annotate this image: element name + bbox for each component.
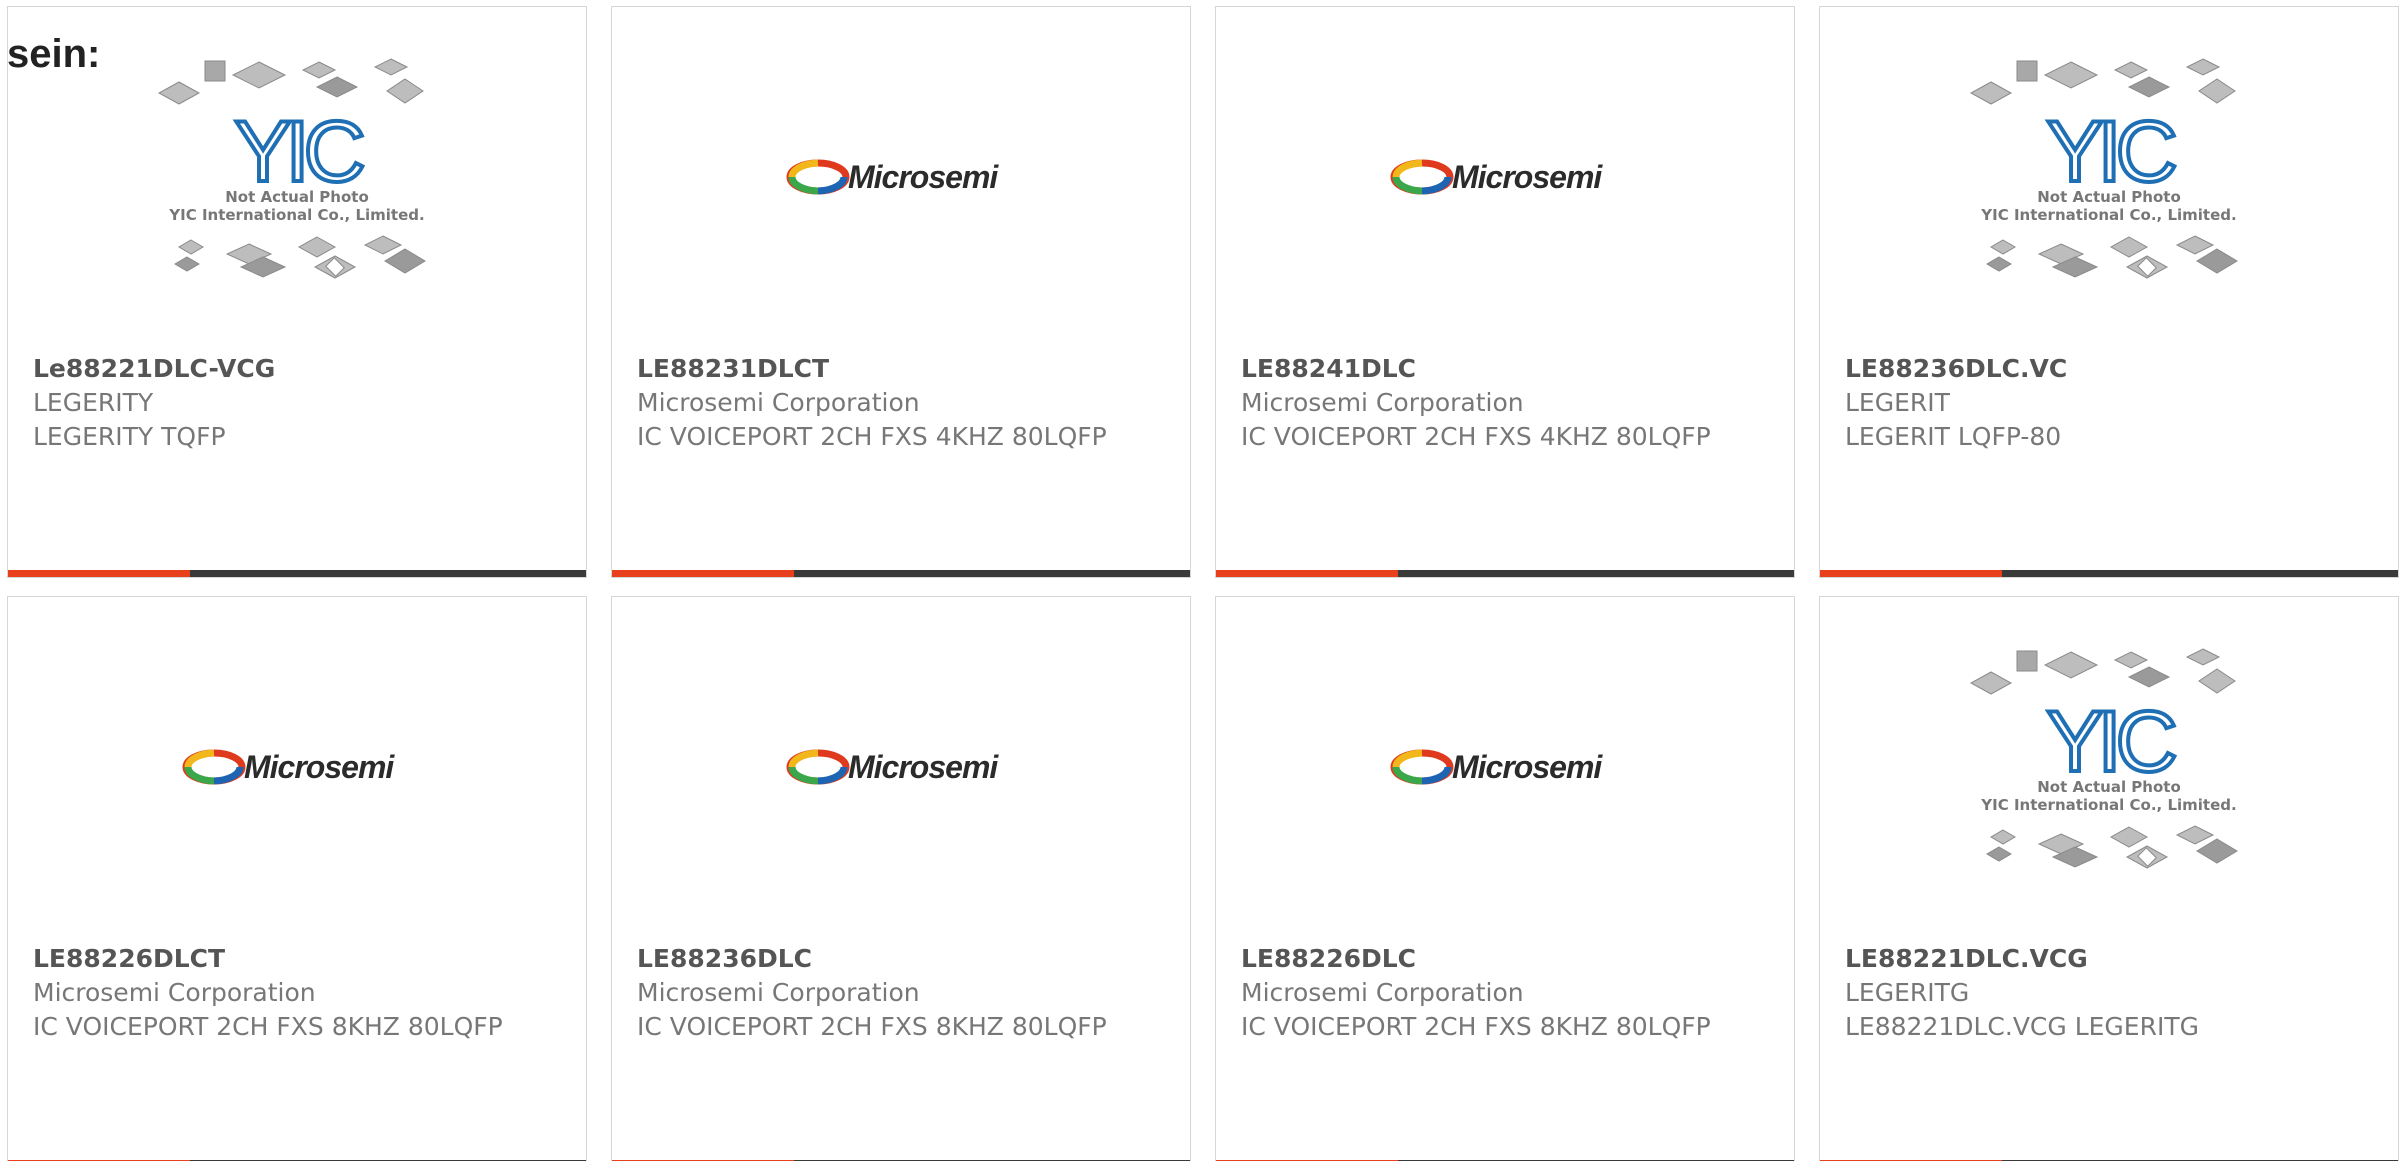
manufacturer-label: Microsemi Corporation: [33, 978, 316, 1007]
product-card-8[interactable]: YIC Not Actual Photo YIC International Co.…: [1819, 596, 2399, 1161]
product-info: LE88226DLCT Microsemi Corporation IC VOI…: [33, 942, 566, 1044]
chip-cluster-icon: [1986, 235, 2238, 279]
microsemi-logo-icon: Microsemi: [786, 159, 1000, 195]
svg-text:Microsemi: Microsemi: [848, 749, 999, 785]
manufacturer-label: LEGERIT: [1845, 388, 1950, 417]
svg-text:Microsemi: Microsemi: [1452, 159, 1603, 195]
card-bottom-bar: [1820, 570, 2398, 577]
chip-cluster-icon: [1969, 648, 2236, 695]
product-description: IC VOICEPORT 2CH FXS 8KHZ 80LQFP: [1241, 1012, 1711, 1041]
product-grid-page: sein: YIC Not Actual Photo YIC Internation…: [0, 0, 2400, 1161]
svg-text:Microsemi: Microsemi: [244, 749, 395, 785]
product-info: LE88241DLC Microsemi Corporation IC VOIC…: [1241, 352, 1774, 454]
manufacturer-label: Microsemi Corporation: [1241, 388, 1524, 417]
product-image[interactable]: Microsemi: [612, 597, 1190, 937]
product-description: IC VOICEPORT 2CH FXS 4KHZ 80LQFP: [1241, 422, 1711, 451]
svg-text:Microsemi: Microsemi: [848, 159, 999, 195]
product-card-5[interactable]: Microsemi LE88226DLCT Microsemi Corporat…: [7, 596, 587, 1161]
product-description: IC VOICEPORT 2CH FXS 4KHZ 80LQFP: [637, 422, 1107, 451]
chip-cluster-icon: [157, 58, 424, 105]
yic-logo-mark: YIC: [2046, 104, 2174, 200]
card-bar-accent: [1820, 570, 2002, 577]
part-number-link[interactable]: LE88241DLC: [1241, 352, 1774, 386]
manufacturer-label: Microsemi Corporation: [637, 388, 920, 417]
product-card-6[interactable]: Microsemi LE88236DLC Microsemi Corporati…: [611, 596, 1191, 1161]
card-bottom-bar: [8, 570, 586, 577]
product-info: LE88226DLC Microsemi Corporation IC VOIC…: [1241, 942, 1774, 1044]
product-image[interactable]: YIC Not Actual Photo YIC International Co.…: [1820, 7, 2398, 347]
product-info: LE88221DLC.VCG LEGERITG LE88221DLC.VCG L…: [1845, 942, 2378, 1044]
microsemi-logo-icon: Microsemi: [786, 749, 1000, 785]
chip-cluster-icon: [1969, 58, 2236, 105]
svg-text:Microsemi: Microsemi: [1452, 749, 1603, 785]
svg-text:Not Actual Photo: Not Actual Photo: [225, 188, 369, 206]
manufacturer-label: Microsemi Corporation: [1241, 978, 1524, 1007]
product-image[interactable]: Microsemi: [1216, 597, 1794, 937]
product-card-1[interactable]: YIC Not Actual Photo YIC International Co.…: [7, 6, 587, 578]
yic-logo-mark: YIC: [234, 104, 362, 200]
part-number-link[interactable]: LE88226DLC: [1241, 942, 1774, 976]
chip-cluster-icon: [1986, 825, 2238, 869]
manufacturer-label: Microsemi Corporation: [637, 978, 920, 1007]
part-number-link[interactable]: LE88221DLC.VCG: [1845, 942, 2378, 976]
product-card-2[interactable]: Microsemi LE88231DLCT Microsemi Corporat…: [611, 6, 1191, 578]
page-heading: sein:: [7, 32, 101, 76]
part-number-link[interactable]: LE88236DLC: [637, 942, 1170, 976]
yic-placeholder-image: YICNot Actual PhotoYIC International Co.…: [1969, 648, 2238, 869]
svg-text:YIC International Co., Limited: YIC International Co., Limited.: [1980, 206, 2236, 224]
microsemi-logo-icon: Microsemi: [1390, 159, 1604, 195]
product-info: LE88231DLCT Microsemi Corporation IC VOI…: [637, 352, 1170, 454]
yic-placeholder-image: YICNot Actual PhotoYIC International Co.…: [157, 58, 426, 279]
part-number-link[interactable]: Le88221DLC-VCG: [33, 352, 566, 386]
product-image[interactable]: Microsemi: [612, 7, 1190, 347]
product-info: LE88236DLC.VC LEGERIT LEGERIT LQFP-80: [1845, 352, 2378, 454]
yic-logo-mark: YIC: [2046, 694, 2174, 790]
manufacturer-label: LEGERITG: [1845, 978, 1970, 1007]
product-card-7[interactable]: Microsemi LE88226DLC Microsemi Corporati…: [1215, 596, 1795, 1161]
manufacturer-label: LEGERITY: [33, 388, 154, 417]
microsemi-logo-icon: Microsemi: [1390, 749, 1604, 785]
product-info: LE88236DLC Microsemi Corporation IC VOIC…: [637, 942, 1170, 1044]
svg-text:Not Actual Photo: Not Actual Photo: [2037, 778, 2181, 796]
card-bottom-bar: [612, 570, 1190, 577]
product-image[interactable]: YIC Not Actual Photo YIC International Co.…: [1820, 597, 2398, 937]
card-bar-accent: [1216, 570, 1398, 577]
product-description: LEGERITY TQFP: [33, 422, 226, 451]
svg-text:YIC International Co., Limited: YIC International Co., Limited.: [168, 206, 424, 224]
card-bar-accent: [8, 570, 190, 577]
product-card-4[interactable]: YIC Not Actual Photo YIC International Co.…: [1819, 6, 2399, 578]
yic-placeholder-image: YICNot Actual PhotoYIC International Co.…: [1969, 58, 2238, 279]
product-image[interactable]: Microsemi: [1216, 7, 1794, 347]
product-grid: YIC Not Actual Photo YIC International Co.…: [7, 6, 2400, 1161]
product-description: LEGERIT LQFP-80: [1845, 422, 2062, 451]
product-card-3[interactable]: Microsemi LE88241DLC Microsemi Corporati…: [1215, 6, 1795, 578]
svg-text:YIC International Co., Limited: YIC International Co., Limited.: [1980, 796, 2236, 814]
product-description: IC VOICEPORT 2CH FXS 8KHZ 80LQFP: [637, 1012, 1107, 1041]
product-image[interactable]: Microsemi: [8, 597, 586, 937]
card-bar-accent: [612, 570, 794, 577]
product-info: Le88221DLC-VCG LEGERITY LEGERITY TQFP: [33, 352, 566, 454]
svg-text:Not Actual Photo: Not Actual Photo: [2037, 188, 2181, 206]
card-bottom-bar: [1216, 570, 1794, 577]
product-description: LE88221DLC.VCG LEGERITG: [1845, 1012, 2199, 1041]
part-number-link[interactable]: LE88236DLC.VC: [1845, 352, 2378, 386]
microsemi-logo-icon: Microsemi: [182, 749, 396, 785]
chip-cluster-icon: [174, 235, 426, 279]
product-description: IC VOICEPORT 2CH FXS 8KHZ 80LQFP: [33, 1012, 503, 1041]
part-number-link[interactable]: LE88226DLCT: [33, 942, 566, 976]
part-number-link[interactable]: LE88231DLCT: [637, 352, 1170, 386]
